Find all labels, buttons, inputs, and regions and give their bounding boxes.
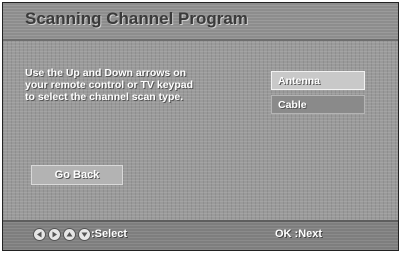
ok-next-hint: OK :Next xyxy=(275,228,323,240)
antenna-option[interactable]: Antenna xyxy=(271,71,365,90)
nav-icons xyxy=(33,228,91,242)
right-arrow-icon xyxy=(48,228,61,241)
instruction-line: Use the Up and Down arrows on xyxy=(25,67,187,79)
instruction-text: Use the Up and Down arrows on your remot… xyxy=(25,67,265,103)
go-back-button[interactable]: Go Back xyxy=(31,165,123,185)
instruction-line: your remote control or TV keypad xyxy=(25,79,194,91)
footer-bar: :Select OK :Next xyxy=(3,220,398,250)
cable-option[interactable]: Cable xyxy=(271,95,365,114)
instruction-line: to select the channel scan type. xyxy=(25,91,184,103)
down-arrow-icon xyxy=(78,228,91,241)
page-title: Scanning Channel Program xyxy=(25,9,248,28)
select-hint: :Select xyxy=(91,228,128,240)
up-arrow-icon xyxy=(63,228,76,241)
left-arrow-icon xyxy=(33,228,46,241)
title-bar: Scanning Channel Program xyxy=(3,3,398,41)
tv-menu-screen: Scanning Channel Program Use the Up and … xyxy=(2,2,399,251)
